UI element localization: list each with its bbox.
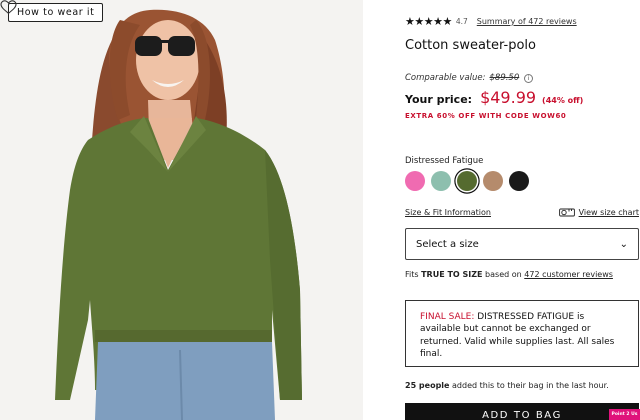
your-price-row: Your price: $49.99 (44% off) <box>405 88 583 107</box>
rating-row: ★★★★★ 4.7 Summary of 472 reviews <box>405 15 577 28</box>
model-photo <box>0 0 363 420</box>
swatch-distressed-fatigue[interactable] <box>457 171 477 191</box>
swatch-camel[interactable] <box>483 171 503 191</box>
product-image[interactable]: How to wear it <box>0 0 363 420</box>
reviews-summary-link[interactable]: Summary of 472 reviews <box>477 17 577 26</box>
tape-measure-icon <box>558 208 575 217</box>
promo-message: EXTRA 60% OFF WITH CODE WOW60 <box>405 112 567 120</box>
swatch-pink[interactable] <box>405 171 425 191</box>
bag-count: 25 people <box>405 381 450 390</box>
chevron-down-icon: ⌄ <box>619 238 628 250</box>
info-icon[interactable]: i <box>524 73 534 83</box>
fits-prefix: Fits <box>405 270 422 279</box>
how-to-wear-button[interactable]: How to wear it <box>8 3 104 22</box>
view-size-chart-label: View size chart <box>578 207 639 217</box>
comparable-label: Comparable value: <box>405 73 486 83</box>
fits-true-to-size: TRUE TO SIZE <box>421 270 483 279</box>
fits-middle: based on <box>482 270 525 279</box>
star-rating-icon: ★★★★★ <box>405 15 452 28</box>
heart-outline-icon[interactable] <box>0 0 17 15</box>
add-to-bag-button[interactable]: ADD TO BAG <box>405 403 639 420</box>
feedback-badge[interactable]: Point 2 Us <box>609 409 640 420</box>
product-title: Cotton sweater-polo <box>405 38 536 53</box>
final-sale-notice: FINAL SALE: DISTRESSED FATIGUE is availa… <box>405 300 639 367</box>
fit-summary: Fits TRUE TO SIZE based on 472 customer … <box>405 270 613 279</box>
discount-percent: (44% off) <box>542 96 584 105</box>
bag-activity-note: 25 people added this to their bag in the… <box>405 381 609 390</box>
swatch-black[interactable] <box>509 171 529 191</box>
bag-note-text: added this to their bag in the last hour… <box>449 381 609 390</box>
rating-value: 4.7 <box>455 17 468 26</box>
comparable-value: Comparable value: $89.50 i <box>405 73 534 83</box>
final-sale-label: FINAL SALE: <box>420 312 475 322</box>
size-fit-info-link[interactable]: Size & Fit Information <box>405 208 491 217</box>
color-swatches <box>405 171 535 191</box>
selected-color-name: Distressed Fatigue <box>405 156 484 166</box>
product-info-panel: ★★★★★ 4.7 Summary of 472 reviews Cotton … <box>405 0 640 420</box>
swatch-sage[interactable] <box>431 171 451 191</box>
customer-reviews-link[interactable]: 472 customer reviews <box>524 270 613 279</box>
comparable-price: $89.50 <box>489 73 520 83</box>
view-size-chart-link[interactable]: View size chart <box>558 207 639 217</box>
size-select-placeholder: Select a size <box>416 238 479 250</box>
sale-price: $49.99 <box>480 88 537 107</box>
size-select-dropdown[interactable]: Select a size ⌄ <box>405 228 639 260</box>
size-links-row: Size & Fit Information View size chart <box>405 207 639 217</box>
your-price-label: Your price: <box>405 93 473 106</box>
